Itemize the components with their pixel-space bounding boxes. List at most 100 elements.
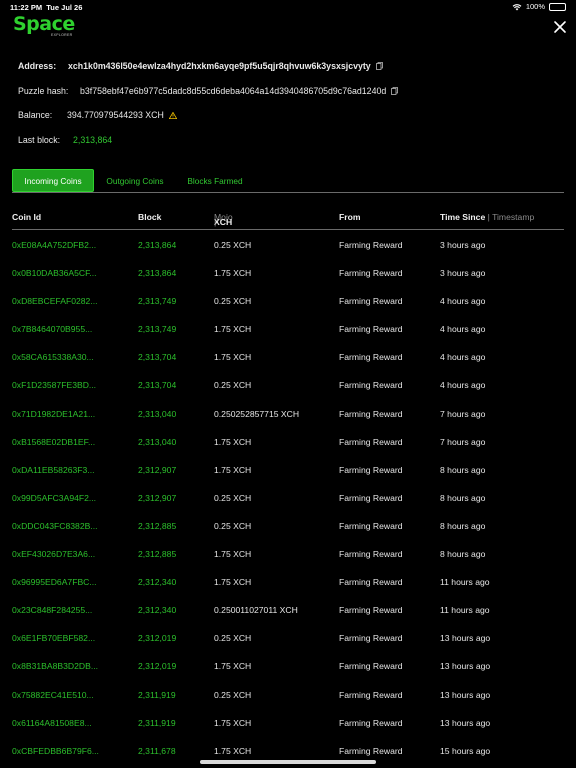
block-link[interactable]: 2,313,704 [138,380,176,390]
address-row: Address: xch1k0m436l50e4ewlza4hyd2hxkm6a… [18,61,383,71]
block-link[interactable]: 2,312,340 [138,577,176,587]
table-row[interactable]: 0x99D5AFC3A94F2... 2,312,907 0.25 XCH Farmi… [12,483,564,511]
coin-id-link[interactable]: 0x7B8464070B955... [12,324,92,334]
coin-id-link[interactable]: 0xEF43026D7E3A6... [12,549,95,559]
block-link[interactable]: 2,312,019 [138,661,176,671]
from-cell: Farming Reward [339,520,403,531]
coin-id-link[interactable]: 0x71D1982DE1A21... [12,409,95,419]
from-cell: Farming Reward [339,689,403,700]
table-row[interactable]: 0x71D1982DE1A21... 2,313,040 0.25025285771… [12,399,564,427]
block-link[interactable]: 2,313,864 [138,240,176,250]
coin-id-link[interactable]: 0x6E1FB70EBF582... [12,633,95,643]
coin-id-link[interactable]: 0x75882EC41E510... [12,690,94,700]
table-row[interactable]: 0x23C848F284255... 2,312,340 0.25001102701… [12,595,564,623]
coin-id-link[interactable]: 0xE08A4A752DFB2... [12,240,96,250]
coin-id-link[interactable]: 0xDA11EB58263F3... [12,465,95,475]
time-cell: 8 hours ago [440,464,486,475]
tab-incoming-coins[interactable]: Incoming Coins [12,169,94,192]
amount-cell: 0.25 XCH [214,633,252,644]
block-link[interactable]: 2,311,919 [138,690,176,700]
tab-outgoing-coins[interactable]: Outgoing Coins [102,169,168,192]
coin-id-link[interactable]: 0xF1D23587FE3BD... [12,380,96,390]
block-link[interactable]: 2,313,749 [138,296,176,306]
table-row[interactable]: 0xD8EBCEFAF0282... 2,313,749 0.25 XCH Farmi… [12,286,564,314]
block-link[interactable]: 2,312,885 [138,549,176,559]
from-cell: Farming Reward [339,352,403,363]
table-row[interactable]: 0x6E1FB70EBF582... 2,312,019 0.25 XCH Farmi… [12,623,564,651]
block-link[interactable]: 2,313,040 [138,437,176,447]
block-link[interactable]: 2,313,040 [138,409,176,419]
block-link[interactable]: 2,311,678 [138,746,176,756]
table-row[interactable]: 0xE08A4A752DFB2... 2,313,864 0.25 XCH Farmi… [12,230,564,258]
time-cell: 13 hours ago [440,633,491,644]
block-link[interactable]: 2,313,704 [138,352,176,362]
coin-id-link[interactable]: 0xD8EBCEFAF0282... [12,296,98,306]
table-row[interactable]: 0x75882EC41E510... 2,311,919 0.25 XCH Farmi… [12,680,564,708]
time-cell: 4 hours ago [440,380,486,391]
table-row[interactable]: 0xB1568E02DB1EF... 2,313,040 1.75 XCH Farmi… [12,427,564,455]
block-link[interactable]: 2,312,885 [138,521,176,531]
amount-cell: 0.25 XCH [214,689,252,700]
block-link[interactable]: 2,312,019 [138,633,176,643]
balance-row: Balance: 394.770979544293 XCH [18,110,177,120]
table-row[interactable]: 0xDA11EB58263F3... 2,312,907 1.75 XCH Farmi… [12,455,564,483]
time-cell: 11 hours ago [440,605,490,616]
header-timestamp: Timestamp [492,212,535,222]
coin-id-link[interactable]: 0x0B10DAB36A5CF... [12,268,97,278]
coin-id-link[interactable]: 0xB1568E02DB1EF... [12,437,95,447]
amount-cell: 0.25 XCH [214,296,252,307]
last-block-row: Last block: 2,313,864 [18,135,112,145]
from-cell: Farming Reward [339,240,403,250]
last-block-value[interactable]: 2,313,864 [73,135,112,145]
table-row[interactable]: 0xEF43026D7E3A6... 2,312,885 1.75 XCH Farmi… [12,539,564,567]
block-link[interactable]: 2,313,749 [138,324,176,334]
coin-id-link[interactable]: 0x61164A81508E8... [12,718,92,728]
block-link[interactable]: 2,312,907 [138,465,176,475]
coin-id-link[interactable]: 0x23C848F284255... [12,605,92,615]
amount-cell: 1.75 XCH [214,577,252,588]
status-bar: 11:22 PM Tue Jul 26 100% [0,0,576,14]
from-cell: Farming Reward [339,324,403,335]
coin-id-link[interactable]: 0x58CA615338A30... [12,352,94,362]
from-cell: Farming Reward [339,717,403,728]
copy-icon[interactable] [375,62,383,70]
table-row[interactable]: 0xDDC043FC8382B... 2,312,885 0.25 XCH Farmi… [12,511,564,539]
table-body: 0xE08A4A752DFB2... 2,313,864 0.25 XCH Farmi… [12,230,564,764]
from-cell: Farming Reward [339,577,403,588]
logo-sub: EXPLORER [51,33,73,37]
block-link[interactable]: 2,311,919 [138,718,176,728]
warning-icon[interactable] [168,111,177,119]
table-row[interactable]: 0x0B10DAB36A5CF... 2,313,864 1.75 XCH Farmi… [12,258,564,286]
tab-blocks-farmed[interactable]: Blocks Farmed [179,169,251,192]
block-link[interactable]: 2,312,340 [138,605,176,615]
coin-id-link[interactable]: 0xCBFEDBB6B79F6... [12,746,99,756]
home-indicator[interactable] [200,760,376,764]
coin-id-link[interactable]: 0xDDC043FC8382B... [12,521,98,531]
wifi-icon [512,3,522,10]
table-row[interactable]: 0x58CA615338A30... 2,313,704 1.75 XCH Farmi… [12,342,564,370]
coin-id-link[interactable]: 0x8B31BA8B3D2DB... [12,661,98,671]
header-amount[interactable]: XCH | Mojo [214,212,233,227]
block-link[interactable]: 2,313,864 [138,268,176,278]
coin-id-link[interactable]: 0x99D5AFC3A94F2... [12,493,96,503]
copy-icon[interactable] [391,87,399,95]
time-cell: 13 hours ago [440,689,491,700]
from-cell: Farming Reward [339,661,403,672]
table-row[interactable]: 0x96995ED6A7FBC... 2,312,340 1.75 XCH Farmi… [12,567,564,595]
table-row[interactable]: 0xF1D23587FE3BD... 2,313,704 0.25 XCH Farmi… [12,370,564,398]
amount-cell: 0.25 XCH [214,380,252,391]
header-time[interactable]: Time Since | Timestamp [440,212,534,222]
time-cell: 3 hours ago [440,240,486,250]
close-icon[interactable] [553,20,567,34]
puzzle-hash-label: Puzzle hash: [18,86,69,96]
block-link[interactable]: 2,312,907 [138,493,176,503]
table-row[interactable]: 0x7B8464070B955... 2,313,749 1.75 XCH Farmi… [12,314,564,342]
amount-cell: 1.75 XCH [214,464,252,475]
from-cell: Farming Reward [339,380,403,391]
table-row[interactable]: 0x61164A81508E8... 2,311,919 1.75 XCH Farmi… [12,708,564,736]
table-row[interactable]: 0x8B31BA8B3D2DB... 2,312,019 1.75 XCH Farmi… [12,651,564,679]
status-date: Tue Jul 26 [46,3,83,12]
coin-id-link[interactable]: 0x96995ED6A7FBC... [12,577,97,587]
time-cell: 4 hours ago [440,352,486,363]
amount-cell: 1.75 XCH [214,745,252,756]
